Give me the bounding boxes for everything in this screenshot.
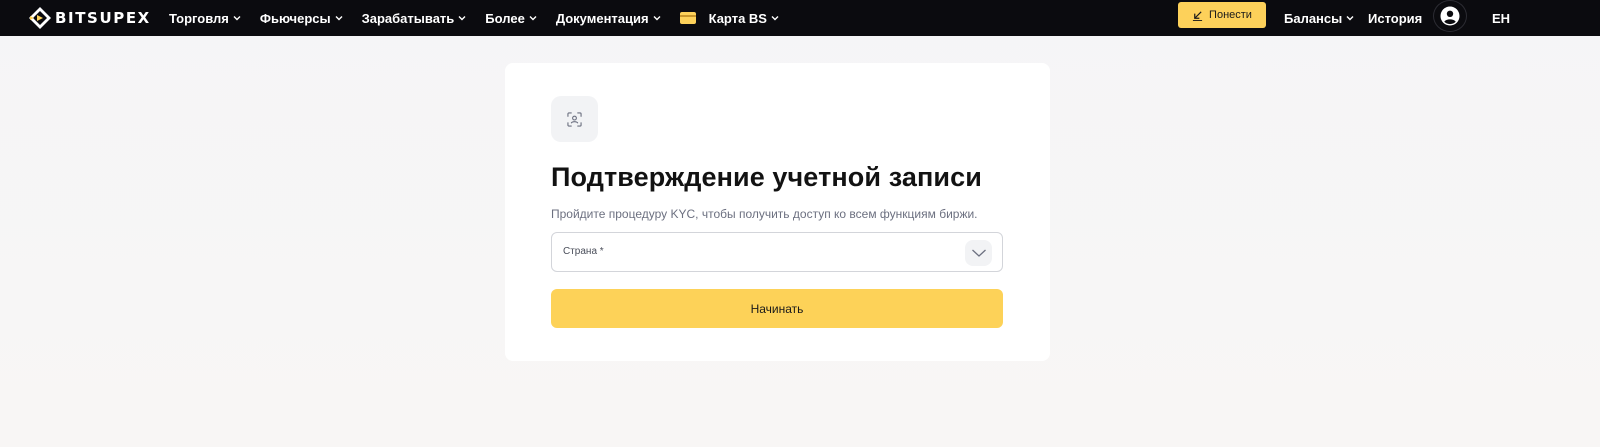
user-profile-button[interactable] <box>1433 0 1467 32</box>
face-scan-tile <box>551 96 598 142</box>
arrow-down-left-icon <box>1192 10 1203 21</box>
start-kyc-label: Начинать <box>750 301 804 316</box>
nav-item-label: Карта BS <box>708 10 767 26</box>
logo-mark-icon <box>29 7 51 29</box>
brand-name: BITSUPEX <box>55 9 151 27</box>
chevron-down-icon <box>1346 16 1354 21</box>
deposit-button[interactable]: Понести <box>1178 2 1266 28</box>
nav-item-label: Документация <box>555 10 649 26</box>
user-avatar-icon <box>1440 6 1460 26</box>
start-kyc-button[interactable]: Начинать <box>551 289 1003 328</box>
balances-menu[interactable]: Балансы <box>1284 0 1354 36</box>
balances-label: Балансы <box>1284 10 1343 26</box>
chevron-down-icon <box>653 16 661 21</box>
history-link[interactable]: История <box>1368 0 1422 36</box>
nav-item-bs-card[interactable]: Карта BS <box>679 10 779 26</box>
main-nav: Торговля Фьючерсы Зарабатывать Более Док… <box>169 0 798 36</box>
country-select[interactable]: Страна * <box>551 232 1003 272</box>
chevron-down-icon <box>233 16 241 21</box>
nav-item-label: Более <box>485 10 525 26</box>
language-label: EH <box>1492 10 1511 26</box>
chevron-down-icon <box>529 16 537 21</box>
page-title: Подтверждение учетной записи <box>551 162 982 192</box>
nav-item-label: Фьючерсы <box>259 10 331 26</box>
nav-item-label: Торговля <box>169 10 229 26</box>
page-subtitle: Пройдите процедуру KYC, чтобы получить д… <box>551 207 978 221</box>
chevron-down-icon <box>971 249 986 257</box>
country-select-label: Страна * <box>563 246 604 257</box>
history-label: История <box>1368 10 1423 26</box>
chevron-down-icon <box>771 16 779 21</box>
nav-item-label: Зарабатывать <box>361 10 455 26</box>
chevron-down-icon <box>335 16 343 21</box>
deposit-label: Понести <box>1209 9 1252 21</box>
country-select-toggle[interactable] <box>965 240 992 266</box>
face-scan-icon <box>567 111 582 127</box>
brand-logo[interactable]: BITSUPEX <box>28 6 151 30</box>
nav-item-trading[interactable]: Торговля <box>169 11 241 26</box>
nav-item-documentation[interactable]: Документация <box>556 11 661 26</box>
nav-item-futures[interactable]: Фьючерсы <box>260 11 343 26</box>
language-switch[interactable]: EH <box>1492 0 1510 36</box>
nav-item-earn[interactable]: Зарабатывать <box>362 11 467 26</box>
card-icon <box>679 12 696 24</box>
top-navigation-bar: BITSUPEX Торговля Фьючерсы Зарабатывать … <box>0 0 1600 36</box>
chevron-down-icon <box>458 16 466 21</box>
kyc-card: Подтверждение учетной записи Пройдите пр… <box>505 63 1050 361</box>
nav-item-more[interactable]: Более <box>485 11 537 26</box>
